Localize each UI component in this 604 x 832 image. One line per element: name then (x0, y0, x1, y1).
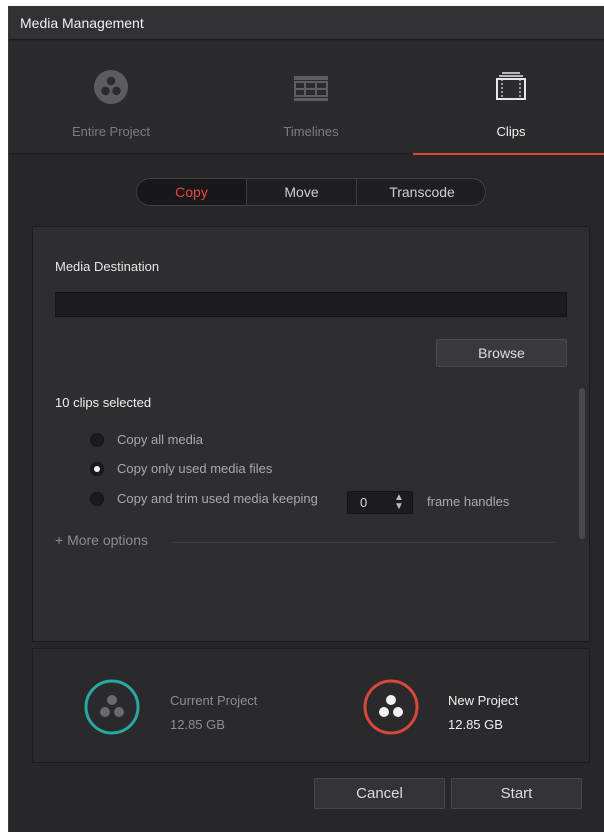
new-project-logo-icon (363, 679, 419, 735)
media-destination-field[interactable] (55, 292, 567, 317)
copy-all-label: Copy all media (117, 432, 203, 447)
mode-entire-project[interactable]: Entire Project (11, 41, 211, 154)
active-mode-indicator (413, 153, 604, 155)
clip-film-icon (496, 72, 526, 100)
radio-copy-trim[interactable] (90, 492, 104, 506)
mode-clips[interactable]: Clips (411, 41, 604, 155)
tab-transcode[interactable]: Transcode (357, 179, 485, 205)
radio-copy-all[interactable] (90, 433, 104, 447)
project-summary: Current Project 12.85 GB New Project 12.… (32, 648, 590, 763)
mode-selector: Entire Project Timelines Clips (9, 41, 604, 155)
media-destination-label: Media Destination (55, 259, 160, 274)
copy-options-panel: Media Destination Browse 10 clips select… (32, 226, 590, 642)
frame-handles-stepper[interactable]: 0 ▲ ▼ (347, 491, 413, 514)
media-management-window: Media Management Entire Project Timeline… (8, 6, 604, 832)
mode-entire-project-label: Entire Project (71, 124, 151, 139)
radio-copy-used[interactable] (90, 462, 104, 476)
cancel-button[interactable]: Cancel (314, 778, 445, 809)
current-project-logo-icon (84, 679, 140, 735)
mode-timelines-label: Timelines (283, 124, 339, 139)
browse-button[interactable]: Browse (436, 339, 567, 367)
clips-selected-label: 10 clips selected (55, 395, 152, 410)
copy-used-label: Copy only used media files (117, 461, 273, 476)
frame-handles-label: frame handles (427, 494, 510, 509)
current-project-label: Current Project (170, 693, 258, 708)
resolve-logo-icon (94, 70, 128, 104)
new-project-label: New Project (448, 693, 519, 708)
new-project-size: 12.85 GB (448, 717, 503, 732)
window-title: Media Management (20, 15, 144, 31)
current-project-size: 12.85 GB (170, 717, 225, 732)
panel-scrollbar[interactable] (579, 388, 585, 539)
more-options-divider (171, 542, 555, 543)
tab-copy[interactable]: Copy (137, 179, 247, 205)
mode-timelines[interactable]: Timelines (211, 41, 411, 154)
title-bar: Media Management (9, 6, 604, 40)
operation-segmented-control: Copy Move Transcode (136, 178, 486, 206)
start-button[interactable]: Start (451, 778, 582, 809)
more-options-toggle[interactable]: + More options (55, 532, 148, 548)
mode-clips-label: Clips (496, 124, 526, 139)
frame-handles-value: 0 (360, 495, 368, 510)
copy-trim-label: Copy and trim used media keeping (117, 491, 318, 506)
tab-move[interactable]: Move (247, 179, 357, 205)
timeline-icon (294, 76, 328, 101)
stepper-arrows-icon[interactable]: ▲ ▼ (394, 493, 404, 512)
